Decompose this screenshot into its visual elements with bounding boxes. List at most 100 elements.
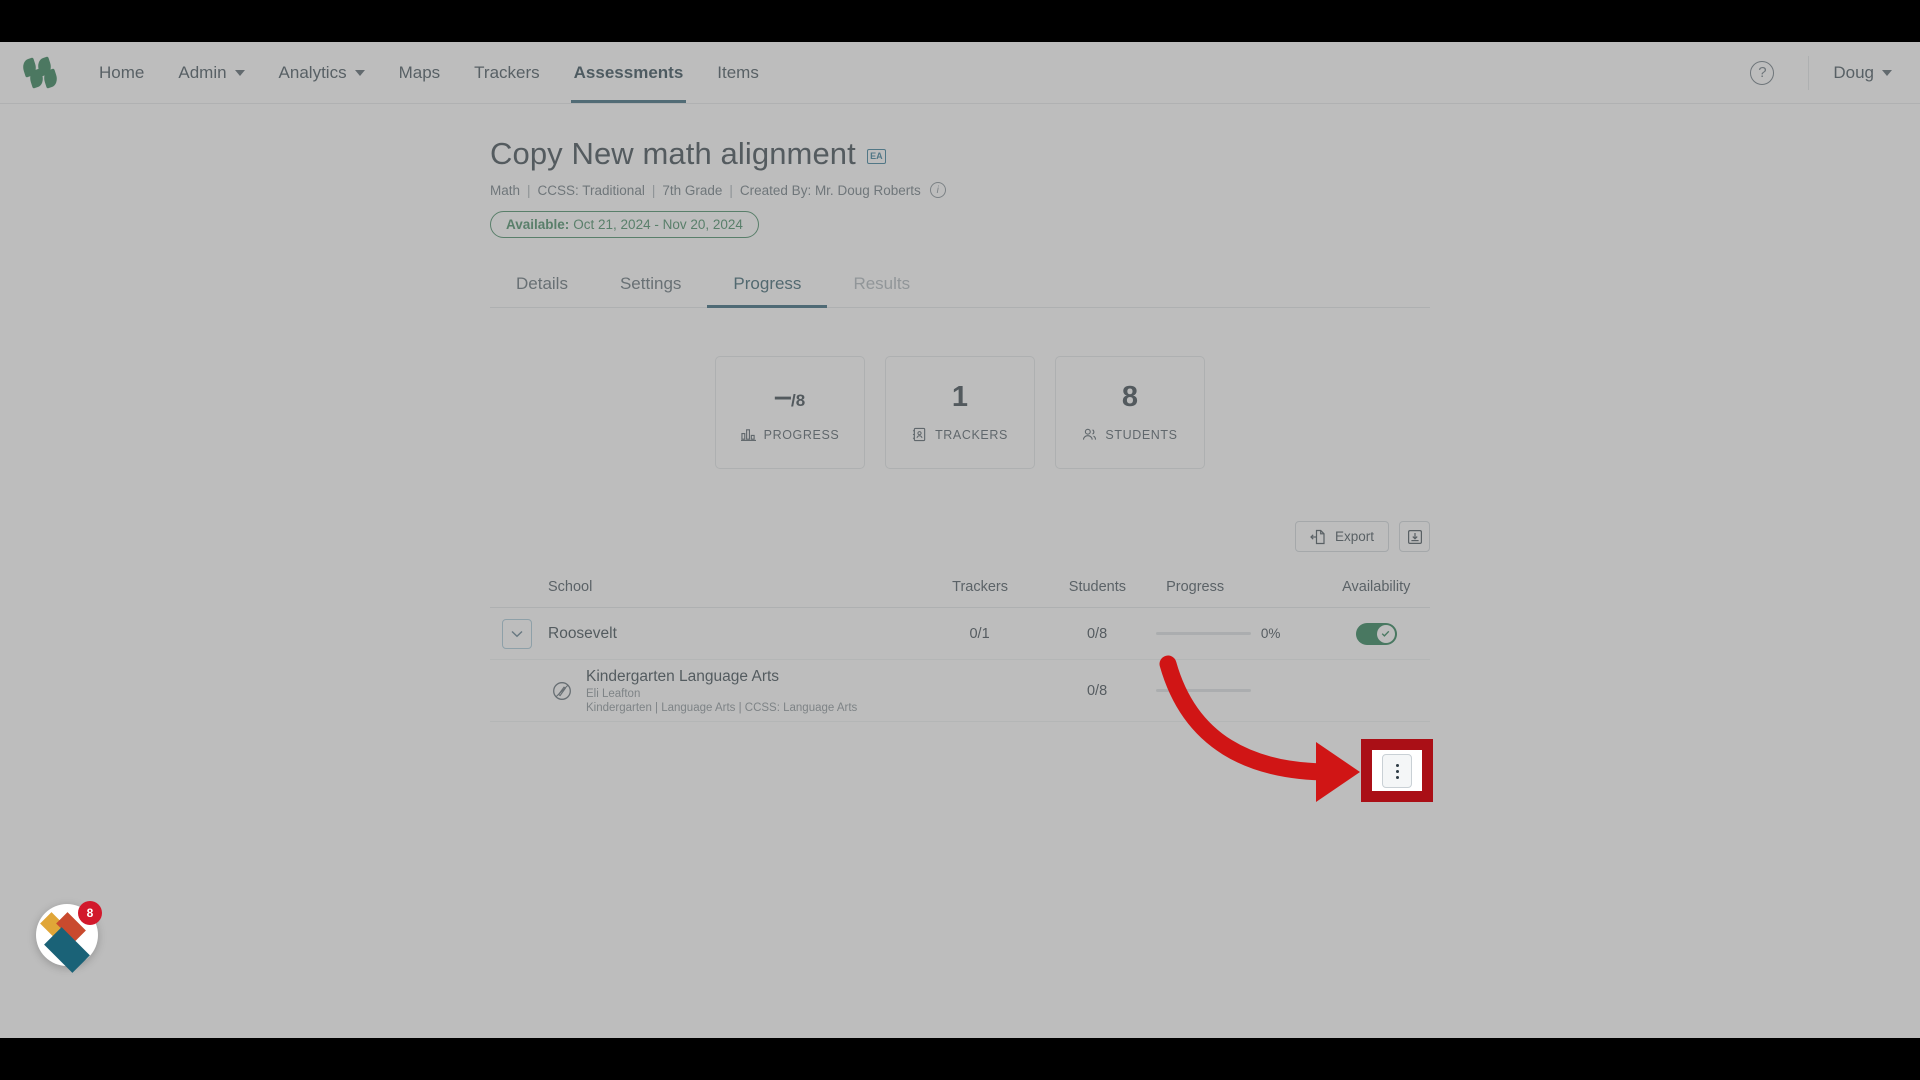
- meta-separator: |: [527, 182, 531, 198]
- tab-results[interactable]: Results: [827, 274, 936, 307]
- meta-standard: CCSS: Traditional: [537, 182, 645, 198]
- meta-creator: Created By: Mr. Doug Roberts: [739, 182, 921, 198]
- table-header-row: School Trackers Students Progress Availa…: [490, 566, 1430, 608]
- kebab-dot: [1395, 775, 1399, 779]
- nav-item-label: Home: [99, 62, 145, 82]
- nav-item-label: Assessments: [573, 62, 684, 82]
- check-icon: [1381, 630, 1390, 637]
- toggle-knob: [1376, 624, 1395, 643]
- info-icon[interactable]: i: [929, 182, 946, 198]
- stat-value-number: 8: [1121, 381, 1139, 413]
- title-row: Copy New math alignment EA: [490, 136, 1430, 172]
- availability-badge: Available: Oct 21, 2024 - Nov 20, 2024: [490, 211, 759, 238]
- kebab-dot: [1395, 763, 1399, 767]
- stat-label-text: STUDENTS: [1105, 427, 1178, 442]
- tab-label: Details: [516, 274, 568, 293]
- tab-label: Settings: [619, 274, 682, 293]
- download-tray-icon: [1407, 529, 1422, 544]
- students-icon: [1083, 428, 1097, 440]
- bar-chart-icon: [740, 429, 756, 441]
- page-title: Copy New math alignment: [490, 136, 856, 171]
- stat-value-number: ‒: [774, 381, 791, 413]
- column-header-students: Students: [1068, 578, 1127, 595]
- nav-item-assessments[interactable]: Assessments: [557, 42, 701, 103]
- cell-tracker: Kindergarten Language Arts Eli Leafton K…: [490, 668, 921, 714]
- stat-value-suffix: /8: [790, 391, 806, 410]
- table-toolbar: Export: [490, 521, 1430, 552]
- user-menu[interactable]: Doug: [1809, 63, 1920, 83]
- nav-item-trackers[interactable]: Trackers: [457, 42, 557, 103]
- user-menu-label: Doug: [1833, 62, 1874, 82]
- nav-links: Home Admin Analytics Maps Trackers Asses…: [82, 42, 776, 103]
- meta-separator: |: [729, 182, 733, 198]
- tab-label: Progress: [733, 274, 802, 293]
- tab-label: Results: [853, 274, 911, 293]
- expand-row-button[interactable]: [502, 618, 532, 649]
- top-navigation-bar: Home Admin Analytics Maps Trackers Asses…: [0, 42, 1920, 104]
- progress-bar: [1155, 689, 1251, 692]
- stat-value-trackers: 1: [952, 383, 968, 412]
- column-header-trackers: Trackers: [952, 578, 1009, 595]
- tracker-owner: Eli Leafton: [586, 687, 641, 700]
- ea-badge[interactable]: EA: [866, 148, 886, 164]
- nav-item-label: Maps: [398, 62, 441, 82]
- page-body: Copy New math alignment EA Math | CCSS: …: [0, 104, 1920, 1038]
- cell-availability: [1322, 622, 1430, 645]
- nav-item-maps[interactable]: Maps: [382, 42, 458, 103]
- stat-value-progress: ‒/8: [775, 383, 805, 412]
- column-header-progress: Progress: [1166, 578, 1225, 595]
- tab-details[interactable]: Details: [490, 274, 594, 307]
- stat-value-students: 8: [1122, 383, 1138, 412]
- cell-students: 0/8: [1086, 625, 1108, 642]
- support-chat-widget[interactable]: 8: [36, 901, 102, 973]
- stat-card-students: 8 STUDENTS: [1055, 356, 1205, 469]
- export-button-label: Export: [1334, 529, 1374, 544]
- tracker-tags: Kindergarten | Language Arts | CCSS: Lan…: [586, 701, 858, 714]
- column-header-school: School: [548, 578, 593, 595]
- meta-subject: Math: [490, 182, 521, 198]
- table-row: Kindergarten Language Arts Eli Leafton K…: [490, 660, 1430, 722]
- stat-value-number: 1: [951, 381, 969, 413]
- stat-label-students: STUDENTS: [1082, 427, 1177, 442]
- tracker-text-block: Kindergarten Language Arts Eli Leafton K…: [586, 668, 857, 714]
- nav-item-items[interactable]: Items: [700, 42, 776, 103]
- tracker-icon: [913, 427, 926, 442]
- export-button[interactable]: Export: [1294, 521, 1389, 552]
- chevron-down-icon: [511, 630, 523, 637]
- nav-item-label: Admin: [178, 62, 227, 82]
- stat-card-trackers: 1 TRACKERS: [885, 356, 1035, 469]
- nav-item-analytics[interactable]: Analytics: [262, 42, 382, 103]
- availability-prefix: Available:: [506, 217, 570, 232]
- download-button[interactable]: [1399, 521, 1430, 552]
- file-export-icon: [1310, 529, 1325, 544]
- availability-toggle[interactable]: [1355, 622, 1397, 645]
- stat-label-progress: PROGRESS: [740, 427, 840, 442]
- cell-trackers: 0/1: [969, 625, 990, 642]
- masterly-logo[interactable]: [20, 55, 60, 89]
- meta-grade: 7th Grade: [662, 182, 723, 198]
- nav-item-admin[interactable]: Admin: [161, 42, 261, 103]
- nav-item-home[interactable]: Home: [82, 42, 161, 103]
- nav-item-label: Trackers: [474, 62, 540, 82]
- stat-label-text: TRACKERS: [935, 427, 1008, 442]
- tab-settings[interactable]: Settings: [594, 274, 707, 307]
- stat-label-trackers: TRACKERS: [912, 427, 1008, 442]
- stat-cards: ‒/8 PROGRESS 1 TRACKERS 8 STUDENTS: [490, 356, 1430, 469]
- progress-bar: [1155, 632, 1251, 635]
- column-header-availability: Availability: [1342, 578, 1411, 595]
- ea-badge-label: EA: [870, 151, 883, 161]
- kebab-menu-icon[interactable]: [1382, 754, 1412, 788]
- chevron-down-icon: [234, 69, 245, 76]
- cell-school: Roosevelt: [490, 618, 921, 649]
- cell-students: 0/8: [1086, 682, 1108, 699]
- table-row: Roosevelt 0/1 0/8 0%: [490, 608, 1430, 660]
- content-column: Copy New math alignment EA Math | CCSS: …: [490, 104, 1430, 722]
- stat-card-progress: ‒/8 PROGRESS: [715, 356, 865, 469]
- kebab-dot: [1395, 769, 1399, 773]
- progress-table: School Trackers Students Progress Availa…: [490, 566, 1430, 722]
- cell-progress: 0%: [1155, 626, 1322, 641]
- help-icon[interactable]: ?: [1750, 60, 1775, 85]
- tab-progress[interactable]: Progress: [707, 274, 828, 308]
- tab-bar: Details Settings Progress Results: [490, 274, 1430, 308]
- progress-percent: 0%: [1260, 626, 1281, 641]
